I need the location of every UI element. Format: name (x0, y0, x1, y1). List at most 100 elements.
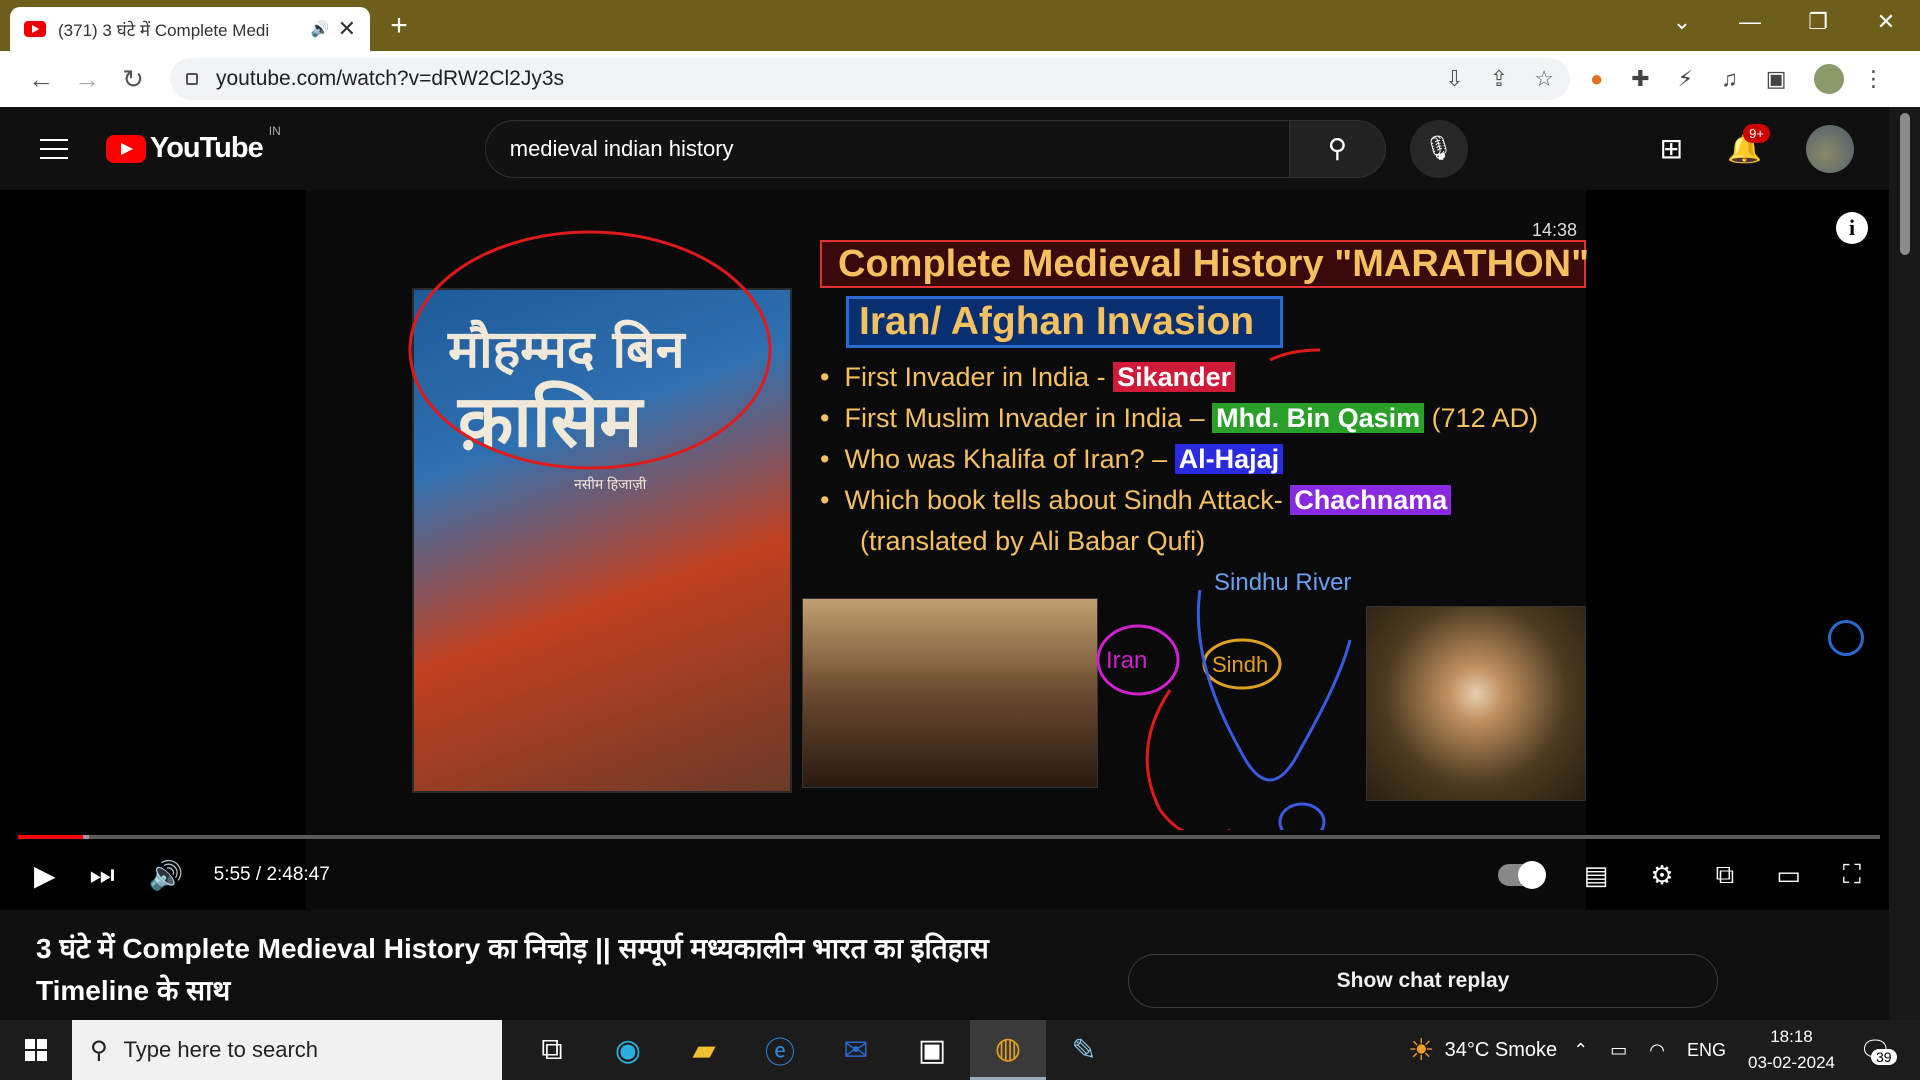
miniplayer-icon[interactable]: ⧉ (1716, 859, 1735, 891)
progress-bar[interactable] (18, 835, 1880, 839)
puzzle-icon[interactable]: ✚ (1631, 66, 1649, 92)
clock[interactable]: 18:18 03-02-2024 (1748, 1024, 1835, 1076)
close-tab-icon[interactable]: ✕ (338, 16, 356, 42)
account-avatar[interactable] (1806, 124, 1854, 173)
notifications-bell-icon[interactable]: 🔔 9+ (1727, 124, 1770, 165)
ocean-circle (1278, 802, 1326, 830)
notepad-icon[interactable]: ✎ (1046, 1020, 1122, 1080)
windows-logo-icon (25, 1039, 47, 1061)
extension-icon[interactable]: ● (1590, 66, 1603, 92)
notification-count: 39 (1870, 1048, 1897, 1065)
close-window-button[interactable]: ✕ (1852, 9, 1920, 35)
media-control-icon[interactable]: ♫ (1721, 66, 1738, 92)
url-text[interactable]: youtube.com/watch?v=dRW2Cl2Jy3s (216, 67, 1419, 91)
search-icon: ⚲ (90, 1036, 108, 1064)
video-title: 3 घंटे में Complete Medieval History का … (36, 933, 989, 1006)
outlook-icon[interactable]: ✉ (818, 1020, 894, 1080)
next-icon[interactable]: ⏭ (90, 859, 115, 892)
video-info: 3 घंटे में Complete Medieval History का … (0, 910, 1889, 1020)
weather-icon[interactable]: ☀ (1408, 1033, 1435, 1068)
microphone-icon: 🎙 (1423, 135, 1454, 162)
forward-button[interactable]: → (64, 64, 110, 95)
tab-title: (371) 3 घंटे में Complete Medi (58, 20, 270, 40)
browser-tab[interactable]: (371) 3 घंटे में Complete Medi 🔊 ✕ (10, 7, 370, 51)
youtube-logo[interactable]: YouTube IN (106, 124, 281, 165)
youtube-wordmark: YouTube (150, 132, 264, 164)
profile-avatar[interactable] (1814, 64, 1845, 94)
taskbar-search-placeholder: Type here to search (123, 1037, 319, 1062)
chevron-up-icon[interactable]: ⌃ (1573, 1040, 1588, 1061)
clock-time: 18:18 (1770, 1027, 1813, 1046)
create-video-icon[interactable]: ⊞ (1660, 132, 1683, 165)
browser-tab-strip: (371) 3 घंटे में Complete Medi 🔊 ✕ + ⌄ —… (0, 0, 1920, 51)
back-button[interactable]: ← (18, 64, 64, 95)
settings-gear-icon[interactable]: ⚙ (1650, 860, 1673, 891)
video-player[interactable]: 14:38 Complete Medieval History "MARATHO… (0, 190, 1889, 910)
progress-played (18, 835, 84, 839)
notification-center-icon[interactable]: 🗨39 (1859, 1035, 1897, 1066)
new-tab-button[interactable]: + (384, 9, 414, 43)
minimize-button[interactable]: — (1716, 9, 1784, 35)
address-bar[interactable]: youtube.com/watch?v=dRW2Cl2Jy3s ⇩ ⇪ ☆ (170, 58, 1570, 100)
info-icon[interactable]: i (1836, 212, 1868, 244)
header-actions: ⊞ 🔔 9+ (1660, 124, 1854, 173)
youtube-favicon-icon (24, 21, 46, 37)
youtube-play-icon (106, 134, 146, 163)
player-controls: ▶ ⏭ 🔊 5:55 / 2:48:47 ▤ ⚙ ⧉ ▭ ⛶ (0, 840, 1889, 910)
chrome-icon[interactable]: ◍ (970, 1020, 1046, 1080)
sindhu-river-label: Sindhu River (1214, 569, 1351, 596)
clock-date: 03-02-2024 (1748, 1053, 1835, 1072)
channel-watermark-icon (1828, 620, 1864, 656)
side-panel-icon[interactable]: ▣ (1766, 66, 1787, 92)
taskbar-search[interactable]: ⚲ Type here to search (72, 1020, 502, 1080)
search-button[interactable]: ⚲ (1289, 119, 1386, 178)
performance-icon[interactable]: ⚡ (1678, 66, 1693, 92)
install-app-icon[interactable]: ⇩ (1445, 66, 1463, 92)
annotation-check (1269, 348, 1321, 362)
voice-search-button[interactable]: 🎙 (1409, 119, 1468, 178)
search-icon: ⚲ (1327, 133, 1347, 163)
fullscreen-icon[interactable]: ⛶ (1843, 859, 1861, 891)
edge-icon[interactable]: ◉ (590, 1020, 666, 1080)
system-tray: ☀ 34°C Smoke ⌃ ▭ ◠ ENG 18:18 03-02-2024 … (1408, 1020, 1912, 1080)
time-display: 5:55 / 2:48:47 (213, 864, 330, 885)
play-icon[interactable]: ▶ (34, 859, 56, 892)
battery-icon[interactable]: ▭ (1610, 1040, 1627, 1061)
menu-kebab-icon[interactable]: ⋮ (1862, 66, 1884, 92)
restore-button[interactable]: ❐ (1784, 9, 1852, 35)
current-time: 5:55 (213, 864, 251, 885)
annotation-circle (408, 230, 772, 470)
start-button[interactable] (0, 1039, 72, 1061)
scrollbar-thumb[interactable] (1900, 113, 1910, 255)
weather-text[interactable]: 34°C Smoke (1445, 1039, 1558, 1062)
notification-badge: 9+ (1743, 124, 1770, 143)
windows-taskbar: ⚲ Type here to search ⧉ ◉ ▰ ⓔ ✉ ▣ ◍ ✎ ☀ … (0, 1020, 1920, 1080)
wifi-icon[interactable]: ◠ (1649, 1040, 1665, 1061)
hamburger-menu-icon[interactable] (40, 138, 68, 159)
subtitles-icon[interactable]: ▤ (1584, 860, 1609, 891)
volume-icon[interactable]: 🔊 (149, 859, 184, 892)
extensions-area: ● ✚ ⚡ ♫ ▣ ⋮ (1590, 64, 1912, 94)
task-view-icon[interactable]: ⧉ (514, 1020, 590, 1080)
internet-explorer-icon[interactable]: ⓔ (742, 1020, 818, 1080)
page-scrollbar[interactable] (1889, 107, 1920, 1020)
tab-search-icon[interactable]: ⌄ (1648, 9, 1716, 35)
show-chat-replay-button[interactable]: Show chat replay (1128, 954, 1718, 1008)
terminal-icon[interactable]: ▣ (894, 1020, 970, 1080)
theater-mode-icon[interactable]: ▭ (1776, 860, 1801, 891)
autoplay-toggle[interactable] (1497, 861, 1546, 889)
window-controls: ⌄ — ❐ ✕ (1648, 0, 1920, 44)
route-line (1145, 689, 1230, 830)
taskbar-apps: ⧉ ◉ ▰ ⓔ ✉ ▣ ◍ ✎ (514, 1020, 1122, 1080)
language-indicator[interactable]: ENG (1687, 1040, 1726, 1061)
speaker-icon[interactable]: 🔊 (311, 20, 330, 38)
iran-label: Iran (1106, 647, 1147, 674)
player-right-controls: ▤ ⚙ ⧉ ▭ ⛶ (1497, 859, 1861, 891)
file-explorer-icon[interactable]: ▰ (666, 1020, 742, 1080)
lock-icon[interactable] (186, 73, 198, 85)
browser-toolbar: ← → ↻ youtube.com/watch?v=dRW2Cl2Jy3s ⇩ … (0, 51, 1920, 107)
bookmark-star-icon[interactable]: ☆ (1534, 66, 1554, 92)
reload-button[interactable]: ↻ (110, 64, 156, 95)
search-input[interactable]: medieval indian history (484, 119, 1290, 178)
share-icon[interactable]: ⇪ (1490, 66, 1508, 92)
